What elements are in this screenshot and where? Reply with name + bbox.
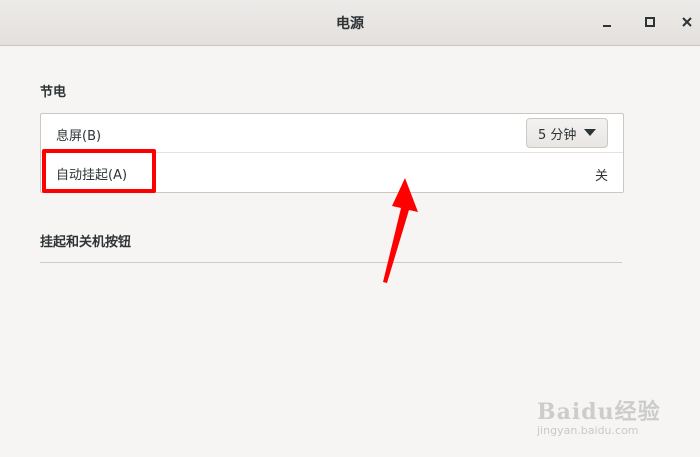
annotation-arrow-icon	[383, 178, 418, 283]
minimize-icon	[603, 25, 611, 27]
maximize-icon	[645, 17, 655, 27]
watermark-brand: Baidu经验	[537, 399, 661, 425]
suspend-power-button-heading: 挂起和关机按钮	[40, 235, 132, 250]
close-icon	[682, 17, 692, 27]
baidu-watermark: Baidu经验 jingyan.baidu.com	[535, 380, 695, 440]
minimize-button[interactable]	[597, 12, 617, 32]
blank-screen-value: 5 分钟	[538, 127, 577, 143]
blank-screen-dropdown[interactable]: 5 分钟	[526, 118, 608, 148]
watermark-url: jingyan.baidu.com	[537, 424, 639, 437]
auto-suspend-value: 关	[594, 169, 608, 184]
power-saving-heading: 节电	[40, 85, 67, 100]
blank-screen-row[interactable]: 息屏(B) 5 分钟	[41, 114, 623, 153]
close-button[interactable]	[677, 12, 697, 32]
window-title: 电源	[336, 16, 364, 32]
blank-screen-label: 息屏(B)	[56, 129, 102, 144]
section-divider	[40, 262, 622, 263]
maximize-button[interactable]	[640, 12, 660, 32]
annotation-highlight-box	[42, 149, 156, 193]
chevron-down-icon	[584, 129, 596, 136]
header-bar: 电源	[0, 0, 700, 46]
